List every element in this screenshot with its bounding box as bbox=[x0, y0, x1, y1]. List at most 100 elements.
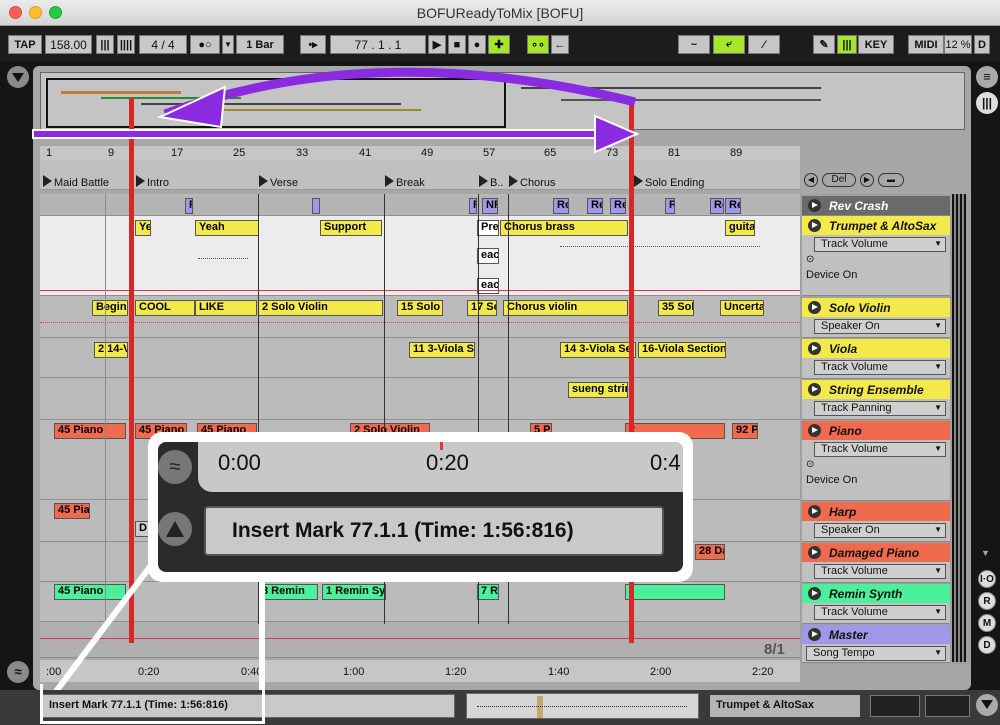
locator-label[interactable]: Intro bbox=[147, 177, 169, 189]
clip[interactable]: 2 Solo Violin bbox=[258, 300, 383, 316]
mixer-button[interactable]: M bbox=[978, 614, 996, 632]
io-toggle-arrow-icon[interactable]: ▼ bbox=[981, 548, 993, 560]
clip[interactable]: 45 Pia bbox=[54, 503, 90, 519]
show-hide-detail-icon[interactable] bbox=[976, 694, 998, 716]
loop-icon[interactable]: ⤶ bbox=[713, 35, 745, 54]
locator-marker-icon[interactable] bbox=[259, 175, 268, 187]
clip[interactable]: Pre bbox=[477, 220, 499, 236]
locator-marker-icon[interactable] bbox=[479, 175, 488, 187]
clip[interactable]: Begin bbox=[92, 300, 128, 316]
fold-icon[interactable] bbox=[808, 587, 821, 600]
clip[interactable] bbox=[625, 584, 725, 600]
clip[interactable]: Uncerta bbox=[720, 300, 764, 316]
clip[interactable]: R bbox=[469, 198, 477, 214]
automation-param-select[interactable]: Speaker On bbox=[814, 523, 946, 538]
returns-button[interactable]: R bbox=[978, 592, 996, 610]
track-header-piano[interactable]: Piano Track Volume ⊙ Device On bbox=[802, 421, 950, 501]
quantize-select[interactable]: 1 Bar bbox=[236, 35, 284, 54]
clip[interactable]: Chorus brass bbox=[500, 220, 628, 236]
delete-locator-button[interactable]: Del bbox=[822, 173, 856, 187]
locator-label[interactable]: B.. bbox=[490, 177, 503, 189]
metronome-icon[interactable]: ●○ bbox=[190, 35, 220, 54]
automation-line[interactable] bbox=[40, 290, 800, 291]
clip[interactable]: 7 R bbox=[477, 584, 499, 600]
clip[interactable] bbox=[312, 198, 320, 214]
automation-param-select[interactable]: Track Volume bbox=[814, 237, 946, 252]
keyboard-icon[interactable]: ||| bbox=[837, 35, 857, 54]
tap-tempo-button[interactable]: TAP bbox=[8, 35, 42, 54]
automation-param-select[interactable]: Track Volume bbox=[814, 564, 946, 579]
clip[interactable]: R bbox=[665, 198, 675, 214]
clip[interactable]: Support bbox=[320, 220, 382, 236]
clip[interactable]: Chorus violin bbox=[503, 300, 628, 316]
key-map-button[interactable]: KEY bbox=[858, 35, 894, 54]
clip[interactable]: 1 Remin Sy bbox=[322, 584, 386, 600]
fold-icon[interactable] bbox=[808, 383, 821, 396]
arrangement-view-icon[interactable]: ||| bbox=[976, 92, 998, 114]
clip[interactable]: 28 Da bbox=[695, 544, 725, 560]
io-button[interactable]: I·O bbox=[978, 570, 996, 588]
groove-pool-icon[interactable]: ≈ bbox=[7, 661, 29, 683]
fold-icon[interactable] bbox=[808, 199, 821, 212]
track-header-viola[interactable]: Viola Track Volume bbox=[802, 339, 950, 379]
previous-locator-icon[interactable]: ◀ bbox=[804, 173, 818, 187]
track-header-harp[interactable]: Harp Speaker On bbox=[802, 502, 950, 542]
stop-icon[interactable]: ■ bbox=[448, 35, 466, 54]
nudge-up-icon[interactable]: |||| bbox=[117, 35, 135, 54]
locator-marker-icon[interactable] bbox=[509, 175, 518, 187]
next-locator-icon[interactable]: ▶ bbox=[860, 173, 874, 187]
clip[interactable]: sueng strin bbox=[568, 382, 628, 398]
fold-icon[interactable] bbox=[808, 628, 821, 641]
automation-param-select[interactable]: Track Volume bbox=[814, 442, 946, 457]
locator-marker-icon[interactable] bbox=[136, 175, 145, 187]
clip[interactable]: 15 Solo bbox=[397, 300, 443, 316]
locator-label[interactable]: Chorus bbox=[520, 177, 555, 189]
delay-button[interactable]: D bbox=[978, 636, 996, 654]
clip[interactable]: Yeah bbox=[195, 220, 259, 236]
play-icon[interactable]: ▶ bbox=[428, 35, 446, 54]
clip[interactable]: Ye bbox=[135, 220, 151, 236]
detail-clip-overview[interactable] bbox=[466, 693, 699, 719]
clip[interactable]: guita bbox=[725, 220, 755, 236]
locator-label[interactable]: Maid Battle bbox=[54, 177, 109, 189]
clip[interactable]: 92 P bbox=[732, 423, 758, 439]
fold-icon[interactable] bbox=[808, 424, 821, 437]
clip[interactable]: COOL bbox=[135, 300, 195, 316]
track-header-string-ensemble[interactable]: String Ensemble Track Panning bbox=[802, 380, 950, 420]
clip[interactable]: LIKE bbox=[195, 300, 257, 316]
locator-marker-icon[interactable] bbox=[385, 175, 394, 187]
add-lane-icon[interactable]: ⊙ bbox=[802, 254, 950, 265]
locator-label[interactable]: Verse bbox=[270, 177, 298, 189]
add-lane-icon[interactable]: ⊙ bbox=[802, 459, 950, 470]
locator-label[interactable]: Break bbox=[396, 177, 425, 189]
fold-icon[interactable] bbox=[808, 342, 821, 355]
track-header-trumpet[interactable]: Trumpet & AltoSax Track Volume ⊙ Device On bbox=[802, 216, 950, 296]
clip[interactable]: 16-Viola Section bbox=[638, 342, 726, 358]
clip[interactable]: Re bbox=[725, 198, 741, 214]
clip[interactable]: R bbox=[185, 198, 193, 214]
metronome-menu-icon[interactable]: ▼ bbox=[222, 35, 234, 54]
overdub-icon[interactable]: ✚ bbox=[488, 35, 510, 54]
record-icon[interactable]: ● bbox=[468, 35, 486, 54]
automation-line[interactable] bbox=[40, 322, 800, 323]
track-header-remin-synth[interactable]: Remin Synth Track Volume bbox=[802, 584, 950, 624]
automation-param-select[interactable]: Track Volume bbox=[814, 360, 946, 375]
clip[interactable]: 14 3-Viola Se bbox=[560, 342, 636, 358]
clip[interactable]: 45 Piano bbox=[54, 423, 126, 439]
automation-param-select[interactable]: Track Volume bbox=[814, 605, 946, 620]
clip[interactable]: Re bbox=[587, 198, 603, 214]
automation-arm-icon[interactable]: ∘∘ bbox=[527, 35, 549, 54]
clip[interactable]: eact bbox=[477, 248, 499, 264]
fold-icon[interactable] bbox=[808, 505, 821, 518]
clip[interactable]: 17 So bbox=[467, 300, 497, 316]
locator-marker-icon[interactable] bbox=[43, 175, 52, 187]
clip[interactable]: 35 Sol bbox=[658, 300, 694, 316]
locator-label[interactable]: Solo Ending bbox=[645, 177, 704, 189]
nudge-down-icon[interactable]: ||| bbox=[96, 35, 114, 54]
fold-icon[interactable] bbox=[808, 301, 821, 314]
session-view-icon[interactable]: ≡ bbox=[976, 66, 998, 88]
track-header-rev-crash[interactable]: Rev Crash bbox=[802, 196, 950, 216]
lock-icon[interactable]: ▬ bbox=[878, 173, 904, 187]
clip[interactable]: 11 3-Viola Sc bbox=[409, 342, 475, 358]
clip[interactable]: Re bbox=[710, 198, 724, 214]
